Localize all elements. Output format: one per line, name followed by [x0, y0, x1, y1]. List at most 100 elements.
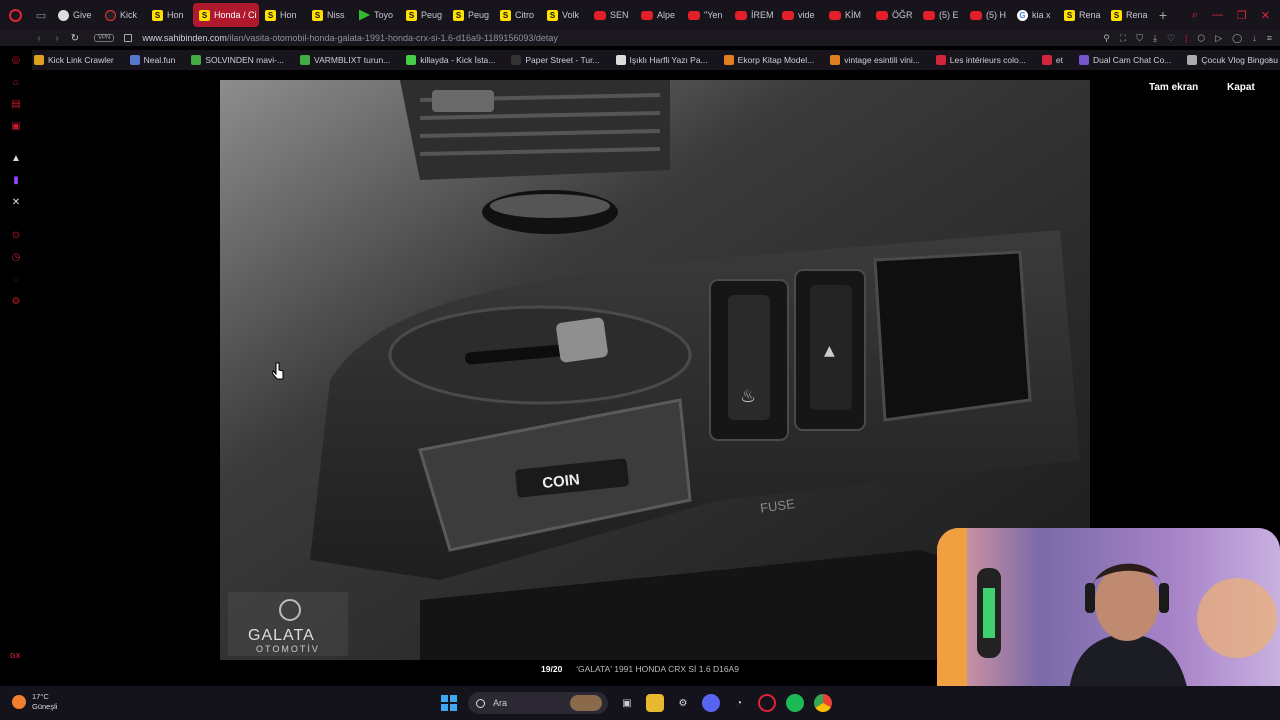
- tab[interactable]: "Yen: [682, 3, 729, 27]
- lock-icon[interactable]: [124, 34, 133, 42]
- new-tab-button[interactable]: +: [1152, 7, 1174, 23]
- heart-icon[interactable]: ♡: [1167, 33, 1175, 44]
- weather-temp: 17°C: [32, 692, 49, 701]
- opera-gx-taskbar-icon[interactable]: [758, 694, 776, 712]
- bookmark-item[interactable]: Çocuk Vlog Bingosu: [1187, 55, 1278, 65]
- tab[interactable]: S Rena: [1058, 3, 1105, 27]
- bookmark-item[interactable]: killayda - Kick İsta...: [406, 55, 495, 65]
- task-view-icon[interactable]: ▣: [618, 694, 636, 712]
- url-field[interactable]: www.sahibinden.com/ilan/vasita-otomobil-…: [142, 33, 558, 43]
- bookmark-label: et: [1055, 55, 1063, 65]
- bookmark-item[interactable]: Ekorp Kitap Model...: [723, 55, 814, 65]
- tab[interactable]: S Peug: [400, 3, 447, 27]
- windows-start-icon[interactable]: [440, 694, 458, 712]
- shield-icon[interactable]: ⛉: [1136, 33, 1143, 44]
- bookmark-label: Çocuk Vlog Bingosu: [1201, 55, 1278, 65]
- tab[interactable]: Kick: [99, 3, 146, 27]
- tab[interactable]: S Hon: [146, 3, 193, 27]
- sahibinden-icon: S: [406, 9, 417, 21]
- file-explorer-icon[interactable]: [646, 694, 664, 712]
- history-icon[interactable]: ◷: [10, 251, 22, 263]
- snapshot-icon[interactable]: ⛶: [1120, 33, 1126, 44]
- forward-icon[interactable]: ›: [48, 33, 66, 44]
- back-icon[interactable]: ‹: [30, 33, 48, 44]
- bookmark-item[interactable]: vintage esintili vini...: [830, 55, 920, 65]
- tab[interactable]: S Hon: [259, 3, 306, 27]
- menu-icon[interactable]: ≡: [1267, 33, 1272, 43]
- youtube-icon: [829, 10, 841, 20]
- spotify-icon[interactable]: [786, 694, 804, 712]
- twitch-icon[interactable]: ▮: [10, 174, 22, 186]
- close-viewer-button[interactable]: Kapat: [1227, 82, 1255, 93]
- tab[interactable]: S Niss: [306, 3, 353, 27]
- tab-label: Give: [73, 10, 92, 20]
- kick-icon: [105, 9, 116, 21]
- tab[interactable]: vide: [776, 3, 823, 27]
- tab[interactable]: KİM: [823, 3, 870, 27]
- bookmark-item[interactable]: Les intérieurs colo...: [935, 55, 1026, 65]
- bookmark-item[interactable]: Dual Cam Chat Co...: [1078, 55, 1171, 65]
- downloads-icon[interactable]: ↓: [1252, 33, 1257, 43]
- chrome-icon[interactable]: [814, 694, 832, 712]
- discord-icon[interactable]: [702, 694, 720, 712]
- otomotiv-logo-text: OTOMOTİV: [256, 644, 320, 654]
- tab[interactable]: Toyo: [353, 3, 400, 27]
- workspaces-icon[interactable]: ▭: [30, 0, 52, 30]
- tab[interactable]: Give: [52, 3, 99, 27]
- messenger-icon[interactable]: ▤: [10, 98, 22, 110]
- bookmark-item[interactable]: Paper Street - Tur...: [511, 55, 600, 65]
- tab[interactable]: S Rena: [1105, 3, 1152, 27]
- account-icon[interactable]: ◯: [1232, 33, 1242, 44]
- tab[interactable]: İREM: [729, 3, 776, 27]
- bookmark-label: Kick Link Crawler: [48, 55, 114, 65]
- tab[interactable]: (5) E: [917, 3, 964, 27]
- tab-active[interactable]: S Honda / Ci: [193, 3, 259, 27]
- url-path: /ilan/vasita-otomobil-honda-galata-1991-…: [226, 33, 558, 43]
- bookmark-item[interactable]: SOLVINDEN mavi-...: [191, 55, 284, 65]
- taskbar-search[interactable]: Ara: [468, 692, 608, 714]
- bookmarks-more-icon[interactable]: ›: [1269, 54, 1272, 65]
- close-window-icon[interactable]: ✕: [1261, 9, 1270, 22]
- tab[interactable]: SEN: [588, 3, 635, 27]
- opera-menu-button[interactable]: [0, 0, 30, 30]
- extensions-icon[interactable]: ⬡: [1197, 33, 1205, 44]
- download-page-icon[interactable]: ⤓: [1153, 33, 1157, 44]
- gx-control-icon[interactable]: ⌂: [10, 76, 22, 88]
- fullscreen-button[interactable]: Tam ekran: [1149, 82, 1198, 93]
- search-icon: [476, 698, 485, 708]
- sahibinden-icon: S: [453, 9, 464, 21]
- clock-app-icon[interactable]: ◔: [730, 694, 748, 712]
- tab[interactable]: Gkia x: [1011, 3, 1058, 27]
- player-sidebar-icon[interactable]: ⊙: [10, 229, 22, 241]
- tab[interactable]: (5) H: [964, 3, 1011, 27]
- ai-icon[interactable]: ◎: [10, 54, 22, 66]
- tab-label: Peug: [468, 10, 490, 20]
- bookmark-item[interactable]: VARMBLIXT turun...: [300, 55, 390, 65]
- bookmark-item[interactable]: Işıklı Harfli Yazı Pa...: [615, 55, 708, 65]
- pin-icon[interactable]: ⚲: [1103, 33, 1110, 44]
- tab-label: Citro: [515, 10, 535, 20]
- settings-app-icon[interactable]: ⚙: [674, 694, 692, 712]
- bookmark-item[interactable]: et: [1041, 55, 1063, 65]
- tab[interactable]: Alpe: [635, 3, 682, 27]
- bookmark-item[interactable]: Kick Link Crawler: [34, 55, 114, 65]
- youtube-icon: [594, 10, 606, 20]
- window-controls: ⌕ — ❐ ✕: [1192, 0, 1280, 30]
- kick-sidebar-icon[interactable]: ▲: [10, 152, 22, 164]
- maximize-icon[interactable]: ❐: [1237, 9, 1247, 22]
- settings-icon[interactable]: ⚙: [10, 295, 22, 307]
- reload-icon[interactable]: ↻: [66, 33, 84, 44]
- news-icon[interactable]: ▣: [10, 120, 22, 132]
- player-icon[interactable]: ▷: [1215, 33, 1222, 44]
- search-tabs-icon[interactable]: ⌕: [1192, 9, 1198, 22]
- vpn-badge[interactable]: VPN: [94, 34, 115, 42]
- bookmark-item[interactable]: Neal.fun: [129, 55, 175, 65]
- tab[interactable]: S Citro: [494, 3, 541, 27]
- weather-widget[interactable]: 17°C Güneşli: [12, 692, 57, 712]
- x-twitter-icon[interactable]: ✕: [10, 196, 22, 208]
- tab[interactable]: S Peug: [447, 3, 494, 27]
- minimize-icon[interactable]: —: [1212, 9, 1223, 21]
- tab[interactable]: S Volk: [541, 3, 588, 27]
- pinboard-icon[interactable]: ◌: [10, 273, 22, 285]
- tab[interactable]: ÖĞR: [870, 3, 917, 27]
